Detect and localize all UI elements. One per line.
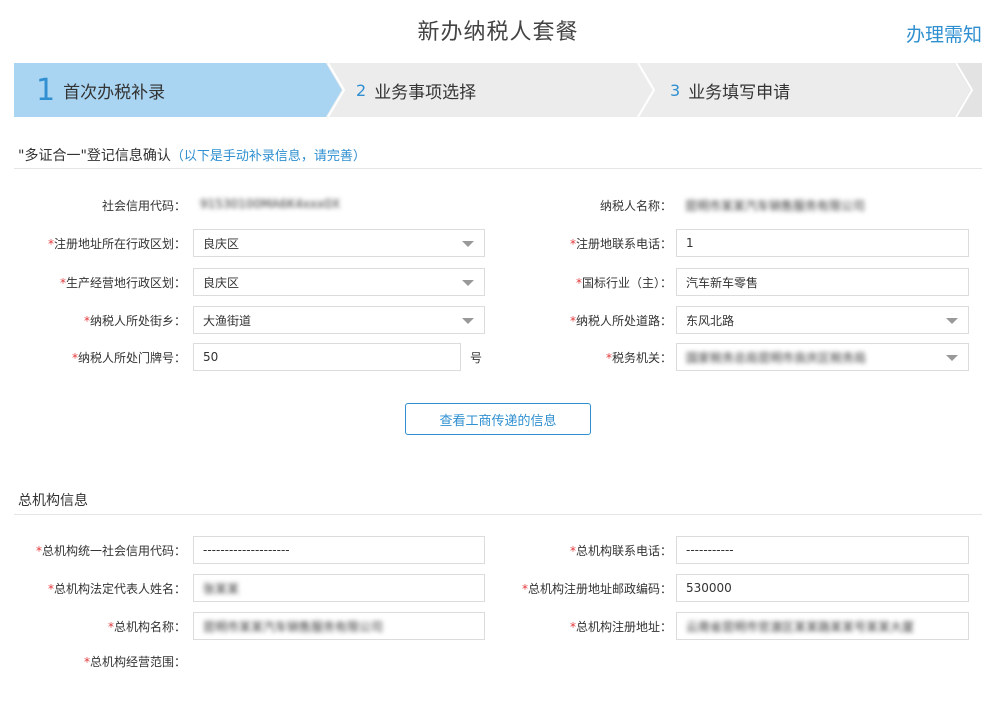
biz-district-label-text: 生产经营地行政区划： (65, 276, 186, 290)
street-label-text: 纳税人所处街乡： (89, 314, 186, 328)
hq-name-label: *总机构名称： (108, 618, 186, 635)
view-business-info-button[interactable]: 查看工商传递的信息 (405, 403, 591, 435)
biz-district-value: 良庆区 (203, 275, 240, 290)
hq-credit-code-value: -------------------- (203, 543, 290, 557)
reg-district-value: 良庆区 (203, 236, 240, 251)
street-label: *纳税人所处街乡： (84, 312, 186, 329)
chevron-down-icon (462, 318, 474, 324)
hq-name-input[interactable]: 昆明市某某汽车销售服务有限公司 (193, 612, 485, 640)
step-2-label: 业务事项选择 (374, 82, 477, 103)
road-label-text: 纳税人所处道路： (575, 314, 672, 328)
reg-district-label: *注册地址所在行政区划： (48, 235, 186, 252)
hq-phone-input[interactable]: ----------- (676, 536, 969, 564)
door-no-label: *纳税人所处门牌号： (72, 349, 186, 366)
section-hq-title: 总机构信息 (18, 493, 88, 509)
hq-address-label: *总机构注册地址： (570, 618, 672, 635)
section-registration-heading: "多证合一"登记信息确认 (18, 148, 171, 164)
door-no-unit: 号 (470, 351, 483, 365)
street-select[interactable]: 大渔街道 (193, 306, 485, 334)
step-3-number: 3 (670, 80, 681, 100)
industry-label-text: 国标行业（主）： (581, 276, 672, 290)
door-no-label-text: 纳税人所处门牌号： (77, 351, 186, 365)
section-divider (14, 514, 982, 515)
hq-address-value: 云南省昆明市官渡区某某路某某号某某大厦 (686, 619, 915, 634)
section-registration-title: "多证合一"登记信息确认（以下是手动补录信息，请完善） (18, 145, 366, 165)
hq-phone-label-text: 总机构联系电话： (575, 544, 672, 558)
reg-phone-value: 1 (686, 236, 694, 250)
road-value: 东风北路 (686, 313, 735, 328)
step-wizard: 1 首次办税补录 2 业务事项选择 3 业务填写申请 (14, 63, 982, 117)
chevron-down-icon (946, 318, 958, 324)
door-no-input[interactable]: 50 (193, 343, 461, 371)
step-1[interactable]: 1 首次办税补录 (36, 63, 165, 117)
biz-district-label: *生产经营地行政区划： (60, 274, 186, 291)
biz-district-select[interactable]: 良庆区 (193, 268, 485, 296)
road-label: *纳税人所处道路： (570, 312, 672, 329)
hq-legal-rep-label: *总机构法定代表人姓名： (48, 580, 186, 597)
reg-district-label-text: 注册地址所在行政区划： (53, 237, 186, 251)
hq-legal-rep-value: 张某某 (203, 581, 240, 596)
hq-credit-code-label: *总机构统一社会信用代码： (36, 542, 186, 559)
hq-scope-label-text: 总机构经营范围： (89, 655, 186, 669)
tax-office-label: *税务机关： (606, 349, 672, 366)
taxpayer-name-label: 纳税人名称： (599, 199, 672, 213)
hq-postcode-label-text: 总机构注册地址邮政编码： (527, 582, 672, 596)
hq-legal-rep-label-text: 总机构法定代表人姓名： (53, 582, 186, 596)
hq-credit-code-input[interactable]: -------------------- (193, 536, 485, 564)
tax-office-value: 国家税务总局昆明市良庆区税务局 (686, 350, 867, 365)
chevron-down-icon (462, 280, 474, 286)
industry-label: *国标行业（主）： (576, 274, 672, 291)
guide-link[interactable]: 办理需知 (906, 20, 982, 47)
taxpayer-name-value: 昆明市某某汽车销售服务有限公司 (685, 197, 865, 214)
credit-code-value: 91530100MA6K4xxx0X (200, 197, 340, 211)
hq-name-value: 昆明市某某汽车销售服务有限公司 (203, 619, 384, 634)
hq-name-label-text: 总机构名称： (113, 620, 186, 634)
step-3[interactable]: 3 业务填写申请 (670, 63, 790, 117)
hq-credit-code-label-text: 总机构统一社会信用代码： (41, 544, 186, 558)
hq-postcode-value: 530000 (686, 581, 732, 595)
page-title: 新办纳税人套餐 (417, 20, 579, 45)
step-2[interactable]: 2 业务事项选择 (356, 63, 476, 117)
hq-legal-rep-input[interactable]: 张某某 (193, 574, 485, 602)
step-2-number: 2 (356, 80, 367, 100)
credit-code-label: 社会信用代码： (101, 199, 186, 213)
step-1-label: 首次办税补录 (63, 82, 166, 103)
step-1-number: 1 (36, 72, 56, 108)
hq-postcode-input[interactable]: 530000 (676, 574, 969, 602)
hq-address-label-text: 总机构注册地址： (575, 620, 672, 634)
door-no-value: 50 (203, 350, 219, 364)
street-value: 大渔街道 (203, 313, 252, 328)
reg-phone-label-text: 注册地联系电话： (575, 237, 672, 251)
chevron-down-icon (946, 355, 958, 361)
section-divider (14, 168, 982, 169)
hq-postcode-label: *总机构注册地址邮政编码： (522, 580, 672, 597)
industry-input[interactable]: 汽车新车零售 (676, 268, 969, 296)
chevron-down-icon (462, 241, 474, 247)
hq-address-input[interactable]: 云南省昆明市官渡区某某路某某号某某大厦 (676, 612, 969, 640)
road-select[interactable]: 东风北路 (676, 306, 969, 334)
step-3-label: 业务填写申请 (688, 82, 791, 103)
section-registration-hint: （以下是手动补录信息，请完善） (170, 149, 366, 164)
reg-phone-input[interactable]: 1 (676, 229, 969, 257)
hq-phone-label: *总机构联系电话： (570, 542, 672, 559)
reg-district-select[interactable]: 良庆区 (193, 229, 485, 257)
hq-phone-value: ----------- (686, 543, 734, 557)
industry-value: 汽车新车零售 (686, 275, 759, 290)
tax-office-select[interactable]: 国家税务总局昆明市良庆区税务局 (676, 343, 969, 371)
reg-phone-label: *注册地联系电话： (570, 235, 672, 252)
taxpayer-name-text: 昆明市某某汽车销售服务有限公司 (685, 199, 866, 213)
hq-scope-label: *总机构经营范围： (84, 653, 186, 670)
tax-office-label-text: 税务机关： (611, 351, 672, 365)
